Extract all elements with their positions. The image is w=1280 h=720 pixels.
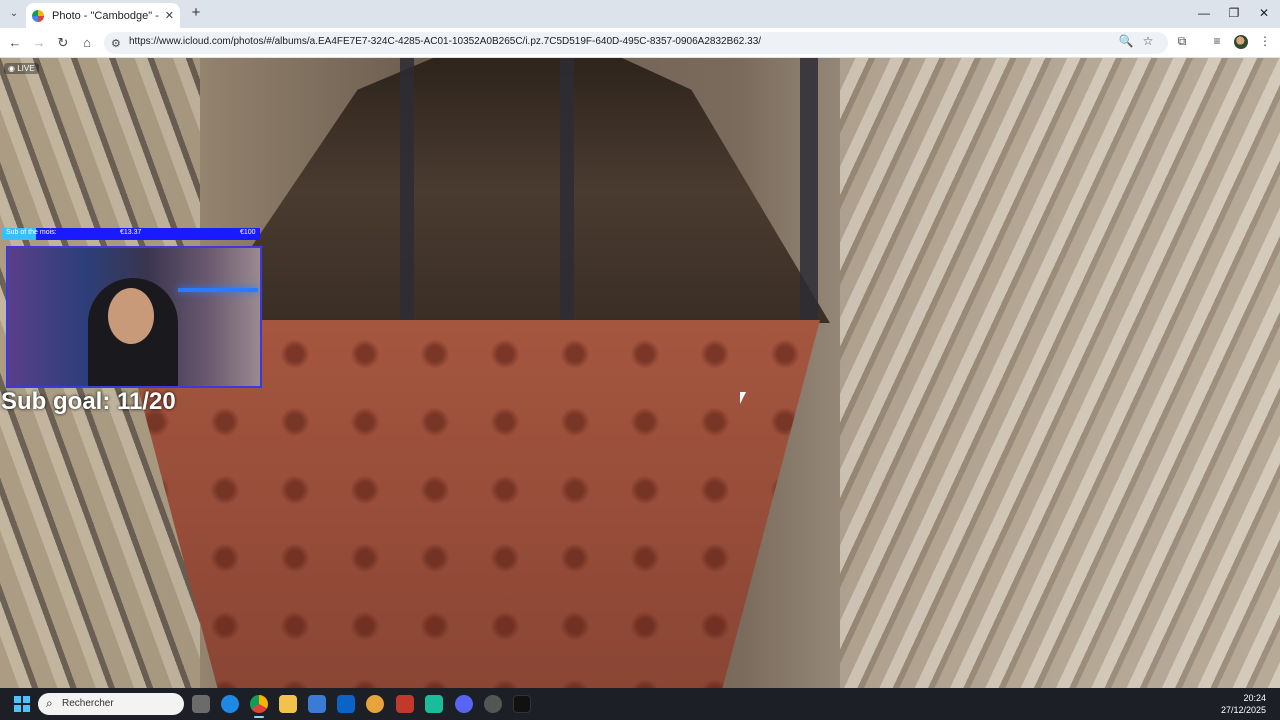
vault-rib: [800, 58, 818, 323]
voice-app-icon[interactable]: [396, 695, 414, 713]
store-icon[interactable]: [308, 695, 326, 713]
corbelled-vault: [200, 58, 830, 323]
windows-taskbar: ⌕ Rechercher 20:24 27/12/2025: [0, 688, 1280, 720]
streamer-face: [108, 288, 154, 344]
reload-icon[interactable]: ↻: [54, 34, 72, 52]
new-tab-button[interactable]: +: [188, 5, 204, 21]
restore-icon[interactable]: ❐: [1224, 6, 1244, 20]
browser-tab[interactable]: Photo - "Cambodge" - iCloud P ✕: [26, 3, 180, 28]
address-bar[interactable]: ⚙ https://www.icloud.com/photos/#/albums…: [104, 32, 1168, 54]
discord-icon[interactable]: [455, 695, 473, 713]
extensions-icon[interactable]: ⧉: [1173, 34, 1191, 49]
photos-favicon-icon: [32, 9, 44, 22]
browser-toolbar: ← → ↻ ⌂ ⚙ https://www.icloud.com/photos/…: [0, 28, 1280, 58]
back-icon[interactable]: ←: [6, 34, 24, 52]
site-settings-icon[interactable]: ⚙: [111, 37, 121, 50]
search-icon: ⌕: [46, 696, 53, 710]
led-strip: [178, 288, 258, 292]
forward-icon[interactable]: →: [30, 34, 48, 52]
url-text[interactable]: https://www.icloud.com/photos/#/albums/a…: [129, 36, 761, 47]
goal-current: €13.37: [120, 229, 142, 236]
system-clock[interactable]: 20:24 27/12/2025: [1221, 692, 1266, 716]
mouse-cursor-icon: [740, 392, 746, 404]
browser-tab-bar: ⌄ Photo - "Cambodge" - iCloud P ✕ + — ❐ …: [0, 0, 1280, 28]
notes-app-icon[interactable]: [425, 695, 443, 713]
home-icon[interactable]: ⌂: [78, 34, 96, 52]
webcam-overlay: [6, 246, 262, 388]
active-app-indicator: [254, 716, 264, 718]
file-explorer-icon[interactable]: [279, 695, 297, 713]
bookmark-star-icon[interactable]: ☆: [1139, 34, 1157, 48]
app-icon[interactable]: [366, 695, 384, 713]
vault-rib: [400, 58, 414, 323]
start-button[interactable]: [14, 696, 30, 712]
task-view-icon[interactable]: [192, 695, 210, 713]
taskbar-search[interactable]: ⌕ Rechercher: [38, 693, 184, 715]
menu-icon[interactable]: ⋮: [1256, 34, 1274, 48]
clock-date: 27/12/2025: [1220, 705, 1266, 715]
clock-time: 20:24: [1243, 693, 1266, 703]
window-close-icon[interactable]: ✕: [1254, 6, 1274, 20]
utility-app-icon[interactable]: [484, 695, 502, 713]
media-controls-icon[interactable]: ≡: [1208, 34, 1226, 48]
search-placeholder: Rechercher: [62, 698, 114, 709]
minimize-icon[interactable]: —: [1194, 6, 1214, 20]
audio-app-icon[interactable]: [513, 695, 531, 713]
goal-target: €100: [240, 229, 256, 236]
close-tab-icon[interactable]: ✕: [165, 9, 174, 22]
sub-goal-text: Sub goal: 11/20: [1, 388, 176, 415]
zoom-icon[interactable]: 🔍: [1117, 34, 1135, 48]
tab-search-icon[interactable]: ⌄: [6, 6, 22, 22]
profile-avatar[interactable]: [1234, 35, 1248, 49]
live-photo-badge[interactable]: ◉ LIVE: [4, 63, 39, 74]
donation-goal-bar: Sub of the mois: €13.37 €100: [2, 228, 260, 240]
carved-stone-wall-right: [840, 58, 1280, 688]
tab-title: Photo - "Cambodge" - iCloud P: [52, 9, 161, 22]
chrome-icon[interactable]: [250, 695, 268, 713]
vault-rib: [560, 58, 574, 323]
outlook-icon[interactable]: [337, 695, 355, 713]
edge-icon[interactable]: [221, 695, 239, 713]
goal-label: Sub of the mois:: [6, 229, 57, 236]
